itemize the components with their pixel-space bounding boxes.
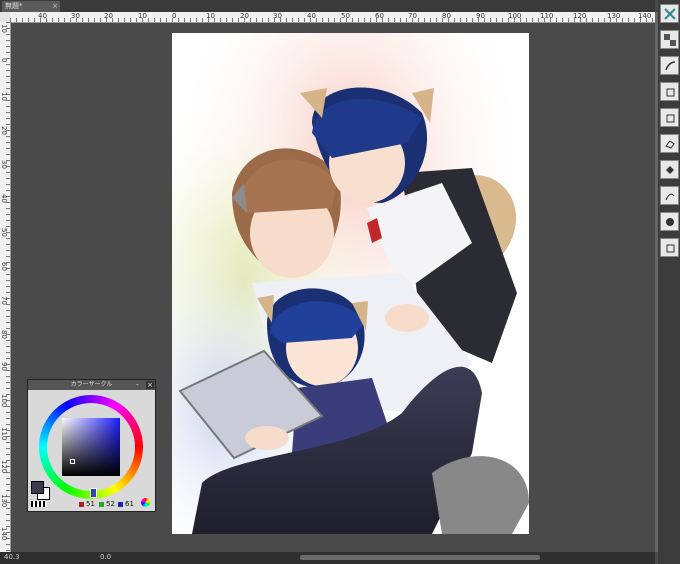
- ruler-label: 20: [104, 12, 113, 20]
- hue-marker[interactable]: [90, 488, 97, 498]
- green-swatch-icon: [99, 501, 104, 507]
- ruler-label: 10: [138, 12, 147, 20]
- decorate-icon[interactable]: [660, 238, 679, 257]
- ruler-label: 110: [540, 12, 554, 20]
- brush-icon[interactable]: [660, 82, 679, 101]
- blue-value: 61: [118, 500, 134, 508]
- ruler-label: 10: [0, 92, 8, 101]
- color-mode-icon[interactable]: [141, 498, 150, 507]
- zoom-readout[interactable]: 40.3: [4, 553, 20, 561]
- ruler-label: 110: [0, 427, 8, 441]
- ruler-label: 130: [0, 494, 8, 508]
- layer-move-icon[interactable]: [660, 4, 679, 23]
- ruler-label: 60: [375, 12, 384, 20]
- vertical-ruler[interactable]: 10 0 10 20 30 40 50 60 70 80 90 100 110 …: [0, 22, 11, 552]
- rotation-readout[interactable]: 0.0: [100, 553, 111, 561]
- transparent-color-swatch[interactable]: [31, 501, 47, 507]
- red-swatch-icon: [79, 501, 84, 507]
- tool-strip: [658, 0, 680, 564]
- ruler-label: 50: [341, 12, 350, 20]
- ruler-label: 30: [273, 12, 282, 20]
- horizontal-scrollbar[interactable]: [300, 555, 540, 560]
- ruler-label: 90: [0, 362, 8, 371]
- document-tab-bar: 無題* ×: [0, 0, 655, 12]
- document-tab[interactable]: 無題* ×: [2, 1, 60, 12]
- saturation-value-square[interactable]: [62, 418, 120, 476]
- ruler-label: 120: [0, 460, 8, 474]
- ruler-label: 70: [0, 296, 8, 305]
- color-circle-panel: カラーサークル - × 51 52 61: [27, 379, 156, 512]
- pen-icon[interactable]: [660, 56, 679, 75]
- ruler-label: 10: [206, 12, 215, 20]
- ruler-label: 80: [0, 330, 8, 339]
- foreground-color-swatch[interactable]: [31, 481, 44, 494]
- ruler-label: 90: [476, 12, 485, 20]
- drawing-canvas[interactable]: [172, 33, 529, 534]
- color-picker-cursor[interactable]: [70, 459, 75, 464]
- ruler-label: 10: [0, 24, 8, 33]
- gradient-icon[interactable]: [660, 212, 679, 231]
- airbrush-icon[interactable]: [660, 108, 679, 127]
- ruler-label: 30: [71, 12, 80, 20]
- status-bar: 40.3 0.0: [0, 552, 655, 564]
- illustration: [172, 33, 529, 534]
- ruler-label: 60: [0, 262, 8, 271]
- eraser-icon[interactable]: [660, 134, 679, 153]
- horizontal-ruler[interactable]: 40 30 20 10 0 10 20 30 40 50 60 70 80 90…: [10, 12, 655, 23]
- green-value: 52: [99, 500, 115, 508]
- checker-icon[interactable]: [660, 30, 679, 49]
- document-tab-title: 無題*: [5, 2, 23, 10]
- red-value: 51: [79, 500, 95, 508]
- ruler-label: 50: [0, 228, 8, 237]
- ruler-label: 40: [0, 194, 8, 203]
- ruler-label: 40: [307, 12, 316, 20]
- ruler-label: 130: [607, 12, 621, 20]
- ruler-corner: [0, 12, 10, 22]
- ruler-label: 0: [0, 58, 8, 63]
- close-tab-icon[interactable]: ×: [52, 1, 58, 12]
- ruler-label: 140: [638, 12, 652, 20]
- blend-icon[interactable]: [660, 186, 679, 205]
- ruler-label: 0: [172, 12, 177, 20]
- ruler-label: 20: [240, 12, 249, 20]
- ruler-label: 30: [0, 160, 8, 169]
- minimize-icon[interactable]: -: [136, 381, 144, 389]
- ruler-label: 70: [408, 12, 417, 20]
- ruler-label: 120: [573, 12, 587, 20]
- ruler-label: 100: [508, 12, 522, 20]
- ruler-label: 40: [38, 12, 47, 20]
- ruler-label: 80: [442, 12, 451, 20]
- ruler-label: 20: [0, 126, 8, 135]
- fill-icon[interactable]: [660, 160, 679, 179]
- ruler-label: 140: [0, 527, 8, 541]
- ruler-label: 100: [0, 394, 8, 408]
- close-icon[interactable]: ×: [146, 381, 154, 389]
- blue-swatch-icon: [118, 501, 123, 507]
